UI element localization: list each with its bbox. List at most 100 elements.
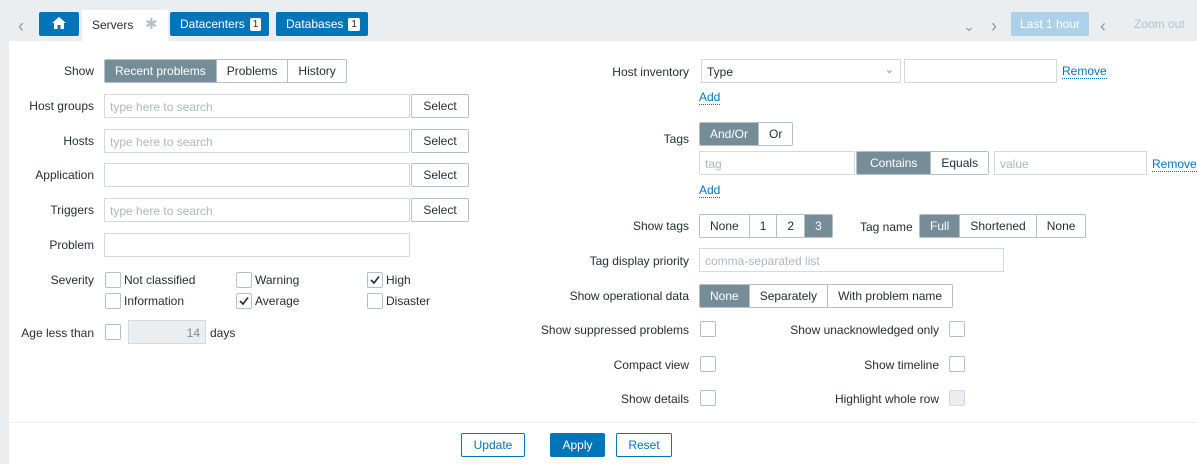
host-inventory-field-select[interactable]: Type ⌄ <box>701 59 901 83</box>
problem-label: Problem <box>49 238 94 252</box>
tag-priority-input[interactable]: comma-separated list <box>699 248 1004 272</box>
highlight-row-checkbox[interactable] <box>949 390 965 406</box>
show-unack-checkbox[interactable] <box>949 321 965 337</box>
tab-datacenters[interactable]: Datacenters 1 <box>170 12 270 36</box>
host-inventory-value-input[interactable] <box>904 59 1057 83</box>
tag-name-control: Full Shortened None <box>919 214 1087 238</box>
application-label: Application <box>35 168 94 182</box>
severity-not-classified-checkbox[interactable] <box>105 272 121 288</box>
home-icon <box>52 17 66 29</box>
tag-name-input[interactable]: tag <box>699 151 855 175</box>
show-segmented-control: Recent problems Problems History <box>104 59 347 83</box>
operational-data-with-problem-name[interactable]: With problem name <box>827 285 953 307</box>
highlight-row-label: Highlight whole row <box>834 392 939 406</box>
tab-servers-label: Servers <box>92 18 134 32</box>
hosts-input[interactable]: type here to search <box>104 129 410 153</box>
operational-data-label: Show operational data <box>569 289 689 303</box>
zoom-out-button[interactable]: Zoom out <box>1134 12 1185 36</box>
severity-disaster-checkbox[interactable] <box>367 293 383 309</box>
severity-not-classified-label: Not classified <box>124 273 196 287</box>
tag-value-input[interactable]: value <box>994 151 1147 175</box>
hosts-select-button[interactable]: Select <box>411 129 469 153</box>
host-groups-select-button[interactable]: Select <box>411 94 469 118</box>
tab-datacenters-label: Datacenters <box>180 17 245 31</box>
chevron-right-icon[interactable]: › <box>985 9 1003 43</box>
tag-match-equals[interactable]: Equals <box>930 152 989 174</box>
host-groups-label: Host groups <box>29 99 94 113</box>
operational-data-separately[interactable]: Separately <box>748 285 828 307</box>
severity-label: Severity <box>50 273 94 287</box>
show-option-problems[interactable]: Problems <box>215 60 288 82</box>
severity-average-checkbox[interactable] <box>236 293 252 309</box>
filter-panel: Show Recent problems Problems History Ho… <box>9 41 1197 464</box>
problem-input[interactable] <box>104 233 410 257</box>
triggers-input[interactable]: type here to search <box>104 198 410 222</box>
age-checkbox[interactable] <box>105 324 121 340</box>
application-select-button[interactable]: Select <box>411 163 469 187</box>
compact-view-label: Compact view <box>613 358 689 372</box>
show-tags-label: Show tags <box>632 219 689 233</box>
time-range-button[interactable]: Last 1 hour <box>1011 12 1089 36</box>
show-tags-2[interactable]: 2 <box>776 215 805 237</box>
application-input[interactable] <box>104 163 410 187</box>
operational-data-none[interactable]: None <box>700 285 749 307</box>
age-label: Age less than <box>21 326 94 340</box>
show-suppressed-checkbox[interactable] <box>700 321 716 337</box>
gear-icon[interactable]: ✱ <box>145 15 158 33</box>
severity-warning-checkbox[interactable] <box>236 272 252 288</box>
show-tags-none[interactable]: None <box>700 215 749 237</box>
chevron-down-icon[interactable]: ⌄ <box>959 9 979 43</box>
show-option-recent-problems[interactable]: Recent problems <box>105 60 216 82</box>
tab-databases[interactable]: Databases 1 <box>276 12 368 36</box>
show-label: Show <box>63 64 94 78</box>
severity-high-label: High <box>386 273 411 287</box>
tag-name-full[interactable]: Full <box>920 215 960 237</box>
tag-match-contains[interactable]: Contains <box>857 152 931 174</box>
tags-operator-and-or[interactable]: And/Or <box>700 123 759 145</box>
host-inventory-add-link[interactable]: Add <box>699 90 721 105</box>
tag-match-control: Contains Equals <box>856 151 990 175</box>
tag-remove-link[interactable]: Remove <box>1152 157 1197 172</box>
tags-operator-or[interactable]: Or <box>758 123 793 145</box>
age-unit-label: days <box>210 326 236 340</box>
checkmark-icon <box>370 276 380 285</box>
severity-high-checkbox[interactable] <box>367 272 383 288</box>
update-button[interactable]: Update <box>461 433 525 457</box>
severity-average-label: Average <box>255 294 300 308</box>
triggers-select-button[interactable]: Select <box>411 198 469 222</box>
hosts-label: Hosts <box>63 134 94 148</box>
compact-view-checkbox[interactable] <box>700 356 716 372</box>
show-option-history[interactable]: History <box>287 60 346 82</box>
tag-priority-label: Tag display priority <box>589 254 689 268</box>
severity-information-checkbox[interactable] <box>105 293 121 309</box>
severity-warning-label: Warning <box>255 273 300 287</box>
chevron-left-icon[interactable]: ‹ <box>1093 9 1113 43</box>
host-inventory-label: Host inventory <box>612 65 689 79</box>
age-days-input[interactable]: 14 <box>128 320 206 344</box>
tag-name-none[interactable]: None <box>1035 215 1086 237</box>
tab-servers[interactable]: Servers ✱ <box>82 10 168 41</box>
home-button[interactable] <box>39 12 79 36</box>
operational-data-control: None Separately With problem name <box>699 284 954 308</box>
severity-disaster-label: Disaster <box>386 294 431 308</box>
host-inventory-remove-link[interactable]: Remove <box>1062 64 1107 79</box>
chevron-left-icon[interactable]: ‹ <box>9 9 33 43</box>
filter-actions: Update Apply Reset <box>9 422 1197 464</box>
show-details-checkbox[interactable] <box>700 390 716 406</box>
tag-add-link[interactable]: Add <box>699 183 721 198</box>
severity-information-label: Information <box>124 294 185 308</box>
triggers-label: Triggers <box>50 203 94 217</box>
tags-operator-control: And/Or Or <box>699 122 794 146</box>
host-groups-input[interactable]: type here to search <box>104 94 410 118</box>
tab-count-badge: 1 <box>348 18 360 31</box>
show-suppressed-label: Show suppressed problems <box>540 323 689 337</box>
reset-button[interactable]: Reset <box>616 433 672 457</box>
show-tags-3[interactable]: 3 <box>804 215 832 237</box>
show-timeline-checkbox[interactable] <box>949 356 965 372</box>
tag-name-label: Tag name <box>860 220 913 234</box>
tag-name-shortened[interactable]: Shortened <box>959 215 1036 237</box>
tab-bar: ‹ Servers ✱ Datacenters 1 Databases 1 ⌄ › … <box>9 7 1197 41</box>
apply-button[interactable]: Apply <box>550 433 605 457</box>
show-unack-label: Show unacknowledged only <box>790 323 939 337</box>
show-tags-1[interactable]: 1 <box>748 215 777 237</box>
